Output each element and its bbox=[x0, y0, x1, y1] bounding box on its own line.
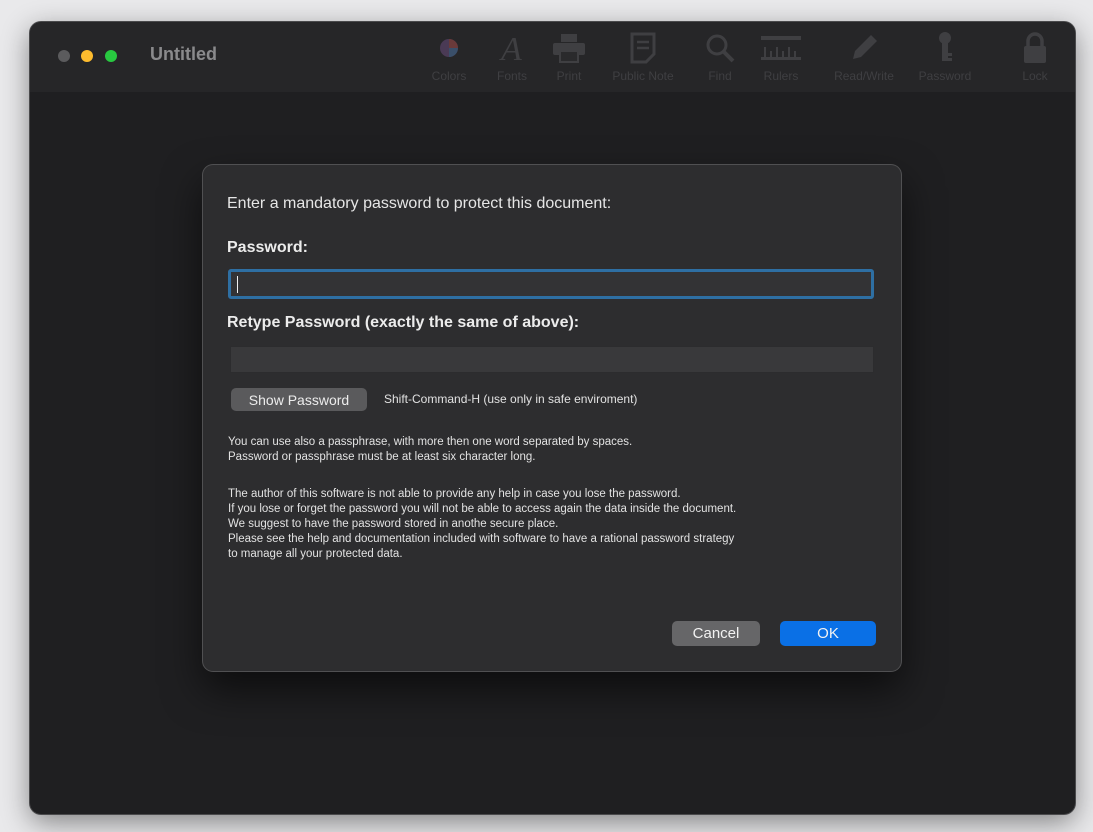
dialog-prompt: Enter a mandatory password to protect th… bbox=[227, 195, 612, 212]
toolbar-rulers[interactable]: Rulers bbox=[755, 30, 807, 88]
ruler-icon bbox=[760, 30, 802, 66]
toolbar-label: Find bbox=[708, 69, 732, 83]
toolbar-label: Colors bbox=[431, 69, 467, 83]
info-line: You can use also a passphrase, with more… bbox=[228, 436, 633, 448]
zoom-window-button[interactable] bbox=[105, 50, 117, 62]
note-icon bbox=[630, 30, 656, 66]
close-window-button[interactable] bbox=[58, 50, 70, 62]
toolbar-fonts[interactable]: A Fonts bbox=[487, 30, 537, 88]
toolbar-label: Rulers bbox=[763, 69, 799, 83]
printer-icon bbox=[552, 30, 586, 66]
password-input[interactable] bbox=[228, 269, 874, 299]
toolbar-colors[interactable]: Colors bbox=[425, 30, 473, 88]
magnifier-icon bbox=[705, 30, 735, 66]
app-window: Untitled Colors A Fonts Print Public Not… bbox=[30, 22, 1075, 814]
password-label: Password: bbox=[227, 239, 308, 256]
text-caret bbox=[237, 276, 238, 293]
warning-line: Please see the help and documentation in… bbox=[228, 533, 735, 545]
toolbar-find[interactable]: Find bbox=[700, 30, 740, 88]
shortcut-hint: Shift-Command-H (use only in safe enviro… bbox=[384, 392, 638, 406]
font-icon: A bbox=[497, 30, 527, 66]
pencil-icon bbox=[849, 30, 879, 66]
svg-text:A: A bbox=[499, 31, 522, 65]
toolbar-label: Fonts bbox=[496, 69, 527, 83]
toolbar-password[interactable]: Password bbox=[910, 30, 980, 88]
toolbar-label: Lock bbox=[1022, 69, 1048, 83]
warning-line: to manage all your protected data. bbox=[228, 548, 403, 560]
toolbar-lock[interactable]: Lock bbox=[1015, 30, 1055, 88]
retype-password-label: Retype Password (exactly the same of abo… bbox=[227, 314, 580, 331]
warning-info: The author of this software is not able … bbox=[228, 487, 888, 562]
ok-button[interactable]: OK bbox=[780, 621, 876, 646]
toolbar-label: Read/Write bbox=[834, 69, 894, 83]
retype-password-input[interactable] bbox=[230, 346, 874, 373]
padlock-icon bbox=[1023, 30, 1047, 66]
color-wheel-icon bbox=[439, 30, 459, 66]
title-bar: Untitled Colors A Fonts Print Public Not… bbox=[30, 22, 1075, 92]
window-title: Untitled bbox=[150, 44, 217, 64]
minimize-window-button[interactable] bbox=[81, 50, 93, 62]
toolbar-label: Print bbox=[556, 69, 582, 83]
toolbar-read-write[interactable]: Read/Write bbox=[825, 30, 903, 88]
info-line: Password or passphrase must be at least … bbox=[228, 451, 536, 463]
toolbar-label: Password bbox=[918, 69, 972, 83]
toolbar-public-note[interactable]: Public Note bbox=[600, 30, 686, 88]
warning-line: If you lose or forget the password you w… bbox=[228, 503, 737, 515]
warning-line: The author of this software is not able … bbox=[228, 488, 681, 500]
show-password-button[interactable]: Show Password bbox=[231, 388, 367, 411]
cancel-button[interactable]: Cancel bbox=[672, 621, 760, 646]
passphrase-info: You can use also a passphrase, with more… bbox=[228, 435, 888, 465]
password-dialog: Enter a mandatory password to protect th… bbox=[203, 165, 901, 671]
toolbar-print[interactable]: Print bbox=[548, 30, 590, 88]
toolbar-label: Public Note bbox=[612, 69, 674, 83]
warning-line: We suggest to have the password stored i… bbox=[228, 518, 559, 530]
key-icon bbox=[936, 30, 954, 66]
